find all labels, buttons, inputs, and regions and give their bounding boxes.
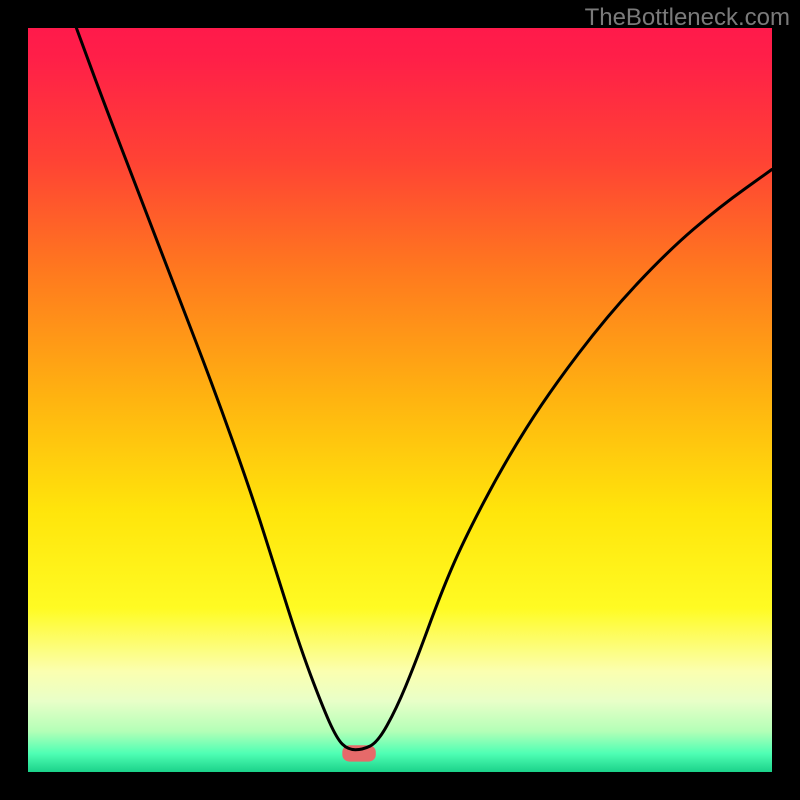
chart-svg	[28, 28, 772, 772]
chart-frame: TheBottleneck.com	[0, 0, 800, 800]
watermark-text: TheBottleneck.com	[585, 4, 790, 32]
gradient-background	[28, 28, 772, 772]
plot-area	[28, 28, 772, 772]
